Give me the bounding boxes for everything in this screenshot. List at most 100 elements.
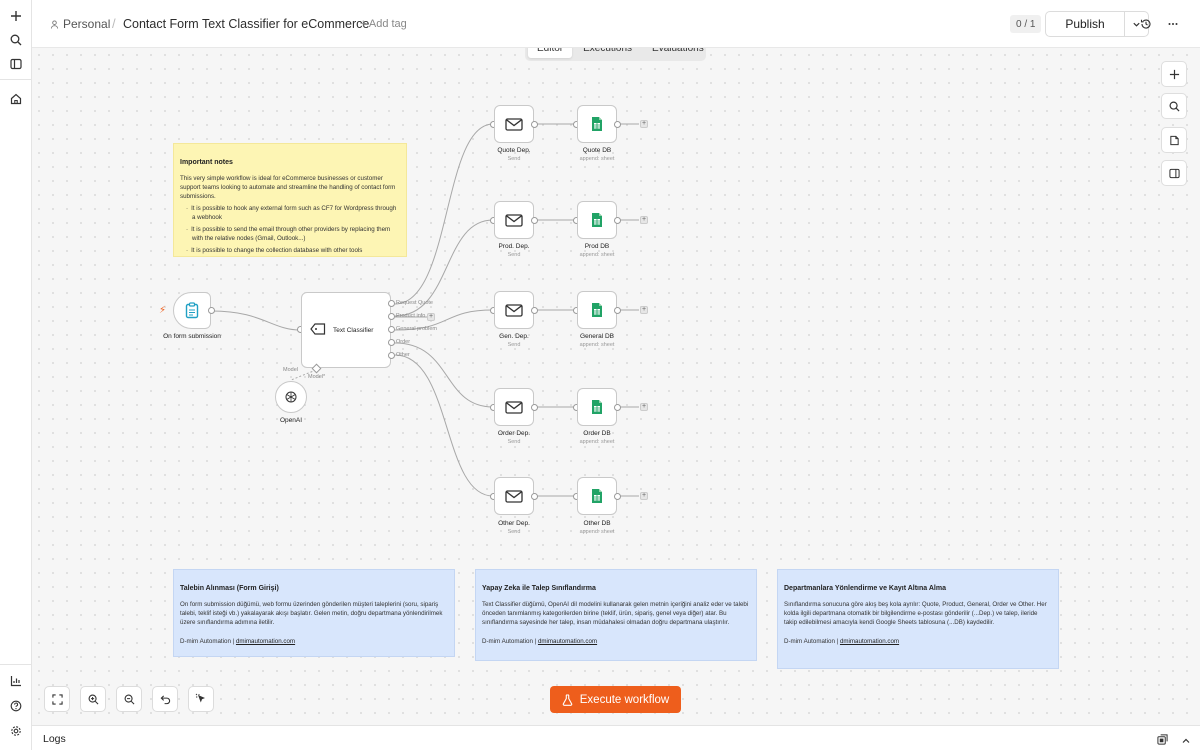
toggle-panel-button[interactable] [1161, 160, 1187, 186]
add-node-plus[interactable]: + [640, 120, 648, 128]
zoom-in-button[interactable] [80, 686, 106, 712]
logs-panel-bar[interactable]: Logs [32, 725, 1200, 750]
node-label: Other Dep. [498, 520, 530, 527]
step3-sticky[interactable]: Departmanlara Yönlendirme ve Kayıt Altın… [777, 569, 1059, 669]
version-counter: 0 / 1 [1010, 15, 1042, 33]
add-node-plus[interactable]: + [640, 492, 648, 500]
add-node-plus[interactable]: + [640, 403, 648, 411]
important-notes-sticky[interactable]: Important notes This very simple workflo… [173, 143, 407, 257]
node-subtitle: Send [507, 252, 521, 258]
plus-icon [1169, 69, 1179, 79]
sticky-note-icon [1169, 135, 1179, 145]
output-port[interactable] [388, 339, 395, 346]
email-node-quote[interactable] [494, 105, 534, 143]
more-options-icon[interactable] [1163, 14, 1183, 34]
sticky-bullet-list: It is possible to hook any external form… [180, 205, 400, 256]
sheets-node-other[interactable] [577, 477, 617, 515]
breadcrumb-project[interactable]: Personal [50, 17, 110, 31]
node-subtitle: Send [507, 156, 521, 162]
email-node-general[interactable] [494, 291, 534, 329]
workflow-title[interactable]: Contact Form Text Classifier for eCommer… [123, 17, 369, 31]
output-port[interactable] [531, 121, 538, 128]
email-node-order[interactable] [494, 388, 534, 426]
output-port[interactable] [531, 404, 538, 411]
node-label: General DB [580, 333, 614, 340]
add-tag-button[interactable]: + Add tag [360, 18, 407, 30]
chevron-up-icon[interactable] [1181, 733, 1191, 750]
history-icon[interactable] [1136, 14, 1156, 34]
insights-icon[interactable] [6, 671, 26, 691]
panel-icon [1168, 168, 1180, 178]
settings-gear-icon[interactable] [6, 721, 26, 741]
node-label: Quote Dep. [497, 147, 531, 154]
trigger-label: On form submission [163, 333, 221, 340]
popout-icon[interactable] [1157, 732, 1168, 750]
signature-link[interactable]: dmimautomation.com [538, 638, 597, 645]
home-icon[interactable] [6, 89, 26, 109]
sticky-title: Yapay Zeka ile Talep Sınıflandırma [482, 585, 596, 592]
zoom-out-button[interactable] [116, 686, 142, 712]
search-nodes-button[interactable] [1161, 93, 1187, 119]
signature-link[interactable]: dmimautomation.com [840, 638, 899, 645]
output-port[interactable] [614, 121, 621, 128]
add-node-plus[interactable]: + [640, 216, 648, 224]
sheets-node-quote[interactable] [577, 105, 617, 143]
add-node-button[interactable] [1161, 61, 1187, 87]
sticky-title: Talebin Alınması (Form Girişi) [180, 585, 279, 592]
add-icon[interactable] [6, 6, 26, 26]
output-port[interactable] [388, 326, 395, 333]
sticky-title: Departmanlara Yönlendirme ve Kayıt Altın… [784, 585, 946, 592]
add-connection-button[interactable]: + [427, 313, 435, 321]
email-node-other[interactable] [494, 477, 534, 515]
project-name: Personal [63, 17, 111, 31]
search-icon[interactable] [6, 30, 26, 50]
publish-button[interactable]: Publish [1045, 11, 1125, 37]
sticky-body: Text Classifier düğümü, OpenAI dil model… [482, 601, 749, 627]
sheets-node-general[interactable] [577, 291, 617, 329]
rail-divider [0, 79, 32, 80]
output-port[interactable] [531, 307, 538, 314]
help-icon[interactable] [6, 696, 26, 716]
step2-sticky[interactable]: Yapay Zeka ile Talep Sınıflandırma Text … [475, 569, 757, 661]
text-classifier-node[interactable]: Text Classifier [301, 292, 391, 368]
execute-workflow-button[interactable]: Execute workflow [550, 686, 681, 713]
sheets-node-order[interactable] [577, 388, 617, 426]
fit-view-button[interactable] [44, 686, 70, 712]
openai-model-node[interactable] [275, 381, 307, 413]
output-port[interactable] [614, 404, 621, 411]
output-port[interactable] [208, 307, 215, 314]
output-port[interactable] [388, 313, 395, 320]
top-header: Personal / Contact Form Text Classifier … [32, 0, 1200, 48]
tidy-up-button[interactable] [188, 686, 214, 712]
tab-evaluations[interactable]: Evaluations [643, 48, 713, 58]
output-port[interactable] [614, 307, 621, 314]
output-port[interactable] [614, 493, 621, 500]
email-node-product[interactable] [494, 201, 534, 239]
add-sticky-button[interactable] [1161, 127, 1187, 153]
sticky-body: On form submission düğümü, web formu üze… [180, 601, 443, 627]
tab-editor[interactable]: Editor [528, 48, 573, 58]
node-label: Order DB [583, 430, 611, 437]
output-port[interactable] [614, 217, 621, 224]
model-label: Model [283, 367, 298, 373]
form-trigger-node[interactable] [173, 292, 211, 329]
signature-link[interactable]: dmimautomation.com [236, 638, 295, 645]
undo-button[interactable] [152, 686, 178, 712]
expand-icon [51, 693, 63, 705]
add-node-plus[interactable]: + [640, 306, 648, 314]
sheets-node-product[interactable] [577, 201, 617, 239]
tab-executions[interactable]: Executions [574, 48, 641, 58]
left-rail [0, 0, 32, 750]
envelope-icon [505, 400, 523, 414]
step1-sticky[interactable]: Talebin Alınması (Form Girişi) On form s… [173, 569, 455, 657]
sidebar-toggle-icon[interactable] [6, 54, 26, 74]
output-port[interactable] [531, 493, 538, 500]
workflow-canvas[interactable]: Editor Executions Evaluations Important … [32, 48, 1200, 725]
envelope-icon [505, 303, 523, 317]
output-port[interactable] [531, 217, 538, 224]
envelope-icon [505, 117, 523, 131]
output-port[interactable] [388, 352, 395, 359]
user-icon [50, 19, 59, 29]
output-port[interactable] [388, 300, 395, 307]
search-icon [1169, 101, 1180, 112]
